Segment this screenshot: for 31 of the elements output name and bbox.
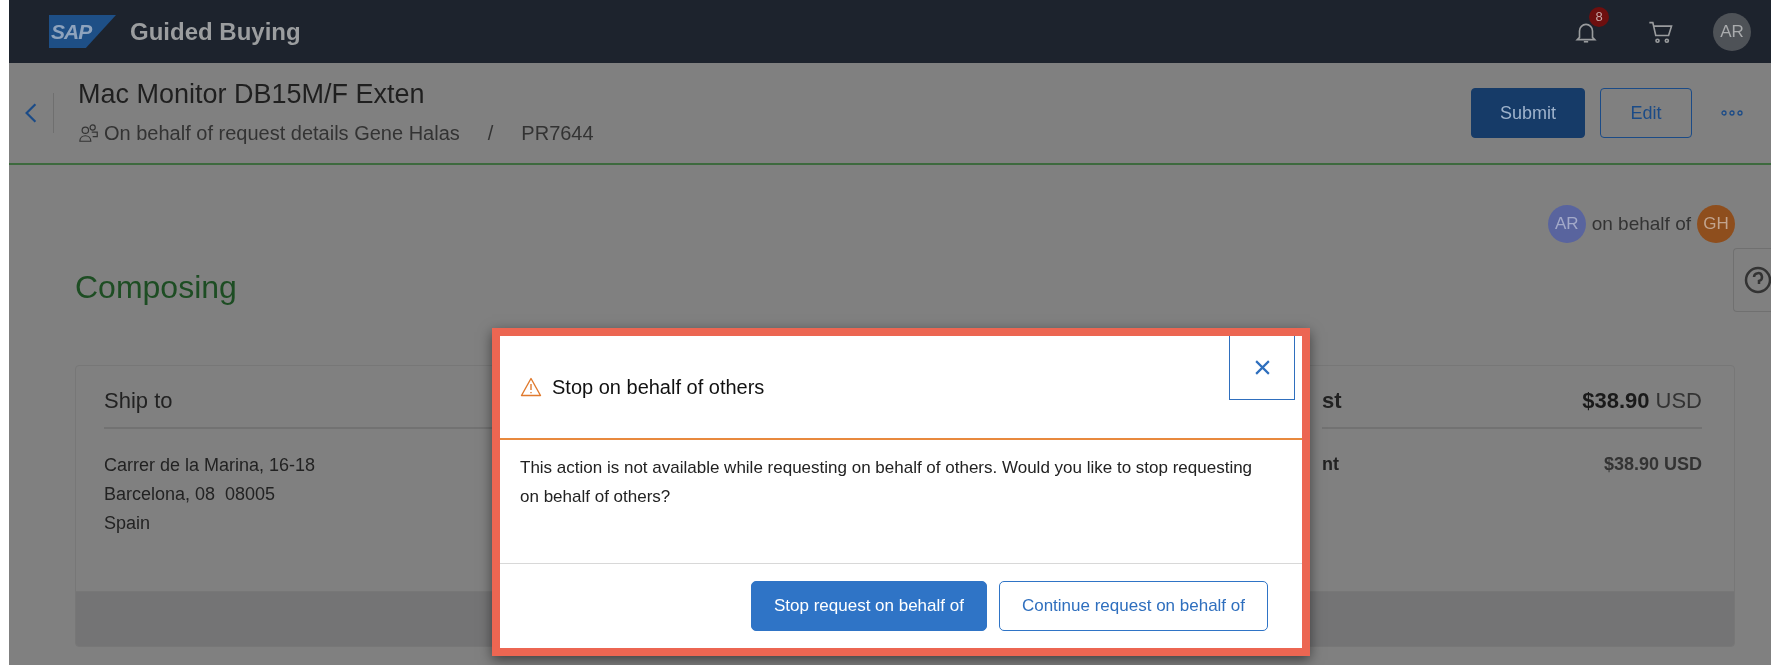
dialog-message: This action is not available while requesting on behalf of others. Would you like to stop requesting on behalf of others? bbox=[520, 457, 1254, 508]
page-title: Mac Monitor DB15M/F Exten bbox=[78, 78, 426, 110]
notification-badge: 8 bbox=[1589, 6, 1609, 27]
address-line: Barcelona, 08 08005 bbox=[104, 483, 276, 506]
sap-logo: SAP bbox=[49, 15, 116, 48]
continue-button[interactable]: Continue request on behalf of bbox=[998, 581, 1268, 631]
cost-label: st bbox=[1322, 387, 1342, 415]
close-button[interactable] bbox=[1229, 336, 1295, 400]
help-button[interactable] bbox=[1733, 248, 1771, 312]
behalf-subtitle: On behalf of request details Gene Halas bbox=[104, 121, 460, 146]
cost-label: nt bbox=[1322, 453, 1339, 476]
submit-button[interactable]: Submit bbox=[1470, 88, 1585, 138]
breadcrumb-separator: / bbox=[487, 121, 494, 146]
request-id: PR7644 bbox=[521, 121, 594, 146]
stop-button[interactable]: Stop request on behalf of bbox=[750, 581, 987, 631]
address-line: Spain bbox=[104, 512, 151, 535]
people-icon bbox=[78, 122, 100, 144]
recipient-avatar: GH bbox=[1697, 205, 1735, 243]
app-title: Guided Buying bbox=[130, 16, 301, 47]
cost-amount: $38.90 USD bbox=[1603, 453, 1702, 476]
close-icon bbox=[1253, 359, 1271, 376]
user-avatar[interactable]: AR bbox=[1713, 12, 1751, 51]
cost-amount: $38.90 USD bbox=[1582, 387, 1702, 415]
requester-avatar: AR bbox=[1547, 205, 1586, 243]
notifications-button[interactable]: 8 bbox=[1573, 6, 1609, 47]
help-icon bbox=[1744, 266, 1771, 294]
address-line: Carrer de la Marina, 16-18 bbox=[104, 454, 316, 477]
behalf-label: on behalf of bbox=[1591, 211, 1691, 236]
more-icon bbox=[1721, 110, 1743, 116]
status-title: Composing bbox=[75, 268, 237, 307]
warning-icon bbox=[520, 377, 542, 397]
